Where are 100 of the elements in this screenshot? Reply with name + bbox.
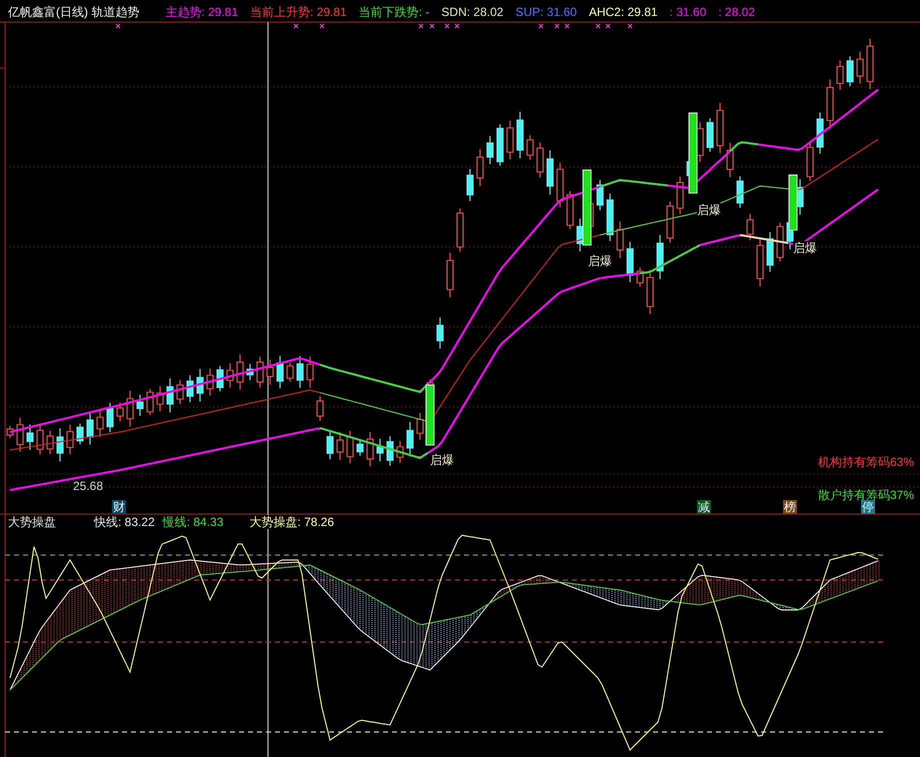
holding-note: 机构持有筹码63% bbox=[818, 455, 914, 469]
candlestick bbox=[536, 142, 544, 178]
candlestick bbox=[56, 428, 64, 462]
candlestick bbox=[866, 38, 874, 90]
candlestick bbox=[296, 356, 304, 388]
candlestick bbox=[836, 60, 844, 90]
candlestick bbox=[476, 148, 484, 186]
candlestick bbox=[776, 222, 784, 262]
signal-label: 启爆 bbox=[793, 241, 817, 255]
candlestick bbox=[396, 440, 404, 464]
candlestick bbox=[76, 423, 84, 445]
candlestick bbox=[666, 201, 674, 243]
candlestick bbox=[616, 220, 624, 258]
signal-bar bbox=[788, 174, 798, 230]
candlestick bbox=[506, 120, 514, 160]
candlestick bbox=[756, 236, 764, 288]
candlestick bbox=[416, 412, 424, 440]
candlestick bbox=[606, 193, 614, 242]
candlestick bbox=[646, 270, 654, 314]
candlestick bbox=[516, 111, 524, 159]
candlestick bbox=[176, 379, 184, 405]
candlestick bbox=[66, 424, 74, 455]
candlestick bbox=[826, 79, 834, 129]
price-label: 25.68 bbox=[73, 479, 104, 493]
candlestick bbox=[676, 176, 684, 215]
event-badge: 财 bbox=[112, 500, 126, 514]
candlestick bbox=[86, 412, 94, 445]
candlestick bbox=[546, 150, 554, 196]
candlestick bbox=[306, 356, 314, 388]
candlestick bbox=[166, 378, 174, 413]
candlestick bbox=[276, 355, 284, 389]
candlestick bbox=[766, 232, 774, 272]
legend-value: 当前下跌势: - bbox=[358, 5, 430, 19]
candlestick bbox=[456, 208, 464, 252]
candlestick bbox=[366, 431, 374, 467]
candlestick bbox=[236, 354, 244, 390]
legend-value: : 28.02 bbox=[718, 5, 755, 19]
candlestick bbox=[496, 124, 504, 166]
candlestick bbox=[626, 241, 634, 283]
signal-bar bbox=[426, 384, 434, 446]
candlestick bbox=[186, 374, 194, 403]
candlestick bbox=[636, 266, 644, 288]
candlestick bbox=[26, 424, 34, 450]
candlestick bbox=[136, 394, 144, 416]
candlestick bbox=[216, 366, 224, 392]
legend-value: AHC2: 29.81 bbox=[588, 5, 658, 19]
candlestick bbox=[156, 386, 164, 412]
candlestick bbox=[486, 135, 494, 165]
candlestick bbox=[846, 56, 854, 87]
candlestick bbox=[226, 362, 234, 388]
candlestick bbox=[116, 402, 124, 422]
candlestick bbox=[146, 388, 154, 416]
candlestick bbox=[246, 363, 254, 381]
legend-value: 快线: 83.22 bbox=[94, 515, 155, 529]
event-badge: 榜 bbox=[783, 500, 797, 514]
candlestick bbox=[316, 396, 324, 422]
candlestick bbox=[356, 440, 364, 456]
event-badge: 停 bbox=[861, 500, 875, 514]
candlestick bbox=[466, 168, 474, 202]
candlestick bbox=[706, 118, 714, 152]
legend-value: : 31.60 bbox=[670, 5, 706, 19]
indicator-title: 大势操盘 bbox=[8, 515, 56, 529]
candlestick bbox=[196, 368, 204, 402]
candlestick bbox=[126, 390, 134, 428]
candlestick bbox=[556, 162, 564, 208]
legend-value: SUP: 31.60 bbox=[515, 5, 577, 19]
candlestick bbox=[256, 356, 264, 388]
event-badge: 减 bbox=[697, 500, 711, 514]
signal-label: 启爆 bbox=[588, 254, 612, 268]
signal-label: 启爆 bbox=[430, 453, 454, 467]
legend-value: 慢线: 84.33 bbox=[162, 515, 224, 529]
legend-value: 当前上升势: 29.81 bbox=[250, 5, 347, 19]
candlestick bbox=[436, 317, 444, 349]
candlestick bbox=[746, 213, 754, 241]
candlestick bbox=[286, 362, 294, 382]
candlestick bbox=[386, 436, 394, 466]
candlestick bbox=[376, 438, 384, 462]
candlestick bbox=[16, 417, 24, 452]
candlestick bbox=[596, 179, 604, 211]
legend-value: 主趋势: 29.81 bbox=[165, 5, 238, 19]
legend-value: SDN: 28.02 bbox=[441, 5, 504, 19]
candlestick bbox=[816, 112, 824, 154]
signal-label: 启爆 bbox=[697, 203, 721, 217]
candlestick bbox=[526, 134, 534, 160]
holding-note: 散户持有筹码37% bbox=[818, 488, 914, 502]
candlestick bbox=[6, 426, 14, 438]
candlestick bbox=[736, 176, 744, 208]
candlestick bbox=[46, 430, 54, 455]
candlestick bbox=[406, 421, 414, 457]
candlestick bbox=[266, 359, 274, 385]
legend-value: 大势操盘: 78.26 bbox=[249, 515, 334, 529]
candlestick bbox=[326, 430, 334, 460]
candlestick bbox=[96, 408, 104, 438]
chart-title: 亿帆鑫富(日线) 轨道趋势 bbox=[8, 5, 140, 19]
candlestick bbox=[856, 51, 864, 84]
candlestick bbox=[336, 432, 344, 460]
candlestick bbox=[566, 190, 574, 230]
candlestick bbox=[36, 424, 44, 455]
candlestick bbox=[656, 234, 664, 280]
candlestick bbox=[106, 402, 114, 433]
